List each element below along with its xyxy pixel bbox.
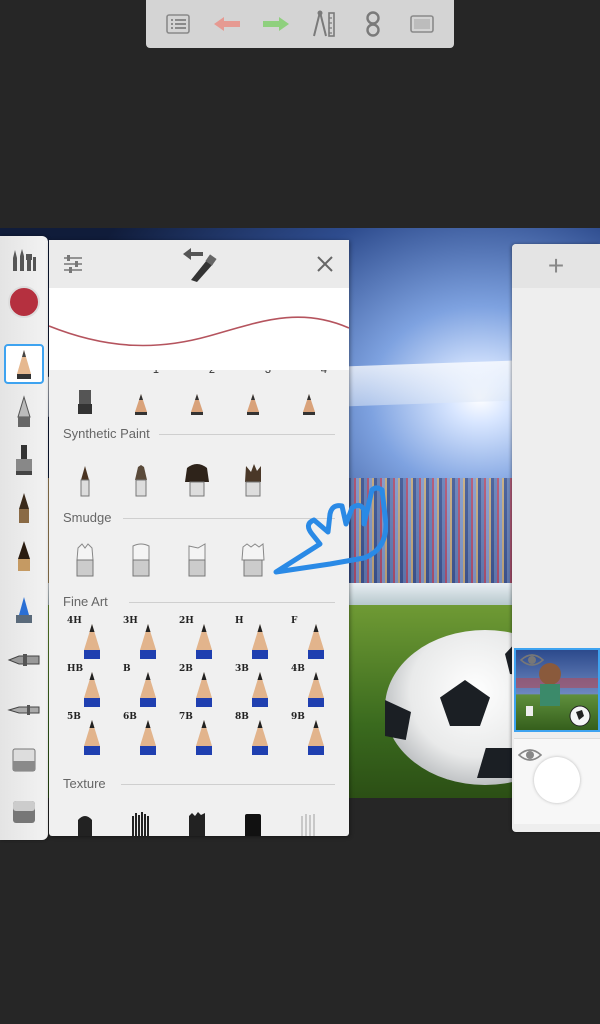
pencil-brush-2h[interactable]: 2H xyxy=(175,614,219,660)
eye-icon[interactable] xyxy=(519,652,545,673)
brush-list[interactable]: 1 2 3 4 Synthetic Paint Smudge Fine Art … xyxy=(49,370,349,836)
synthetic-brush-3[interactable] xyxy=(175,452,219,498)
pencil-brush-f[interactable]: F xyxy=(287,614,331,660)
pencil-brush-6b[interactable]: 6B xyxy=(119,710,163,756)
brush-cell[interactable]: 2 xyxy=(175,370,219,416)
pencil-icon[interactable] xyxy=(4,344,44,384)
marker-icon[interactable] xyxy=(4,440,44,480)
brush-number: 1 xyxy=(152,370,159,376)
list-icon[interactable] xyxy=(158,4,198,44)
texture-brush-5[interactable] xyxy=(287,794,331,836)
pencil-brush-hb[interactable]: HB xyxy=(63,662,107,708)
brush-swap-icon[interactable] xyxy=(177,246,221,282)
round-brush-icon[interactable] xyxy=(4,536,44,576)
layers-header: + xyxy=(512,244,600,288)
brush-library-icon[interactable] xyxy=(4,240,44,280)
pencil-grade-label: 3B xyxy=(235,664,249,674)
section-title-synthetic-paint: Synthetic Paint xyxy=(63,426,150,441)
pencil-grade-label: HB xyxy=(67,664,84,674)
pencil-grade-label: 6B xyxy=(123,712,137,722)
smudge-brush-3[interactable] xyxy=(175,532,219,578)
brush-cell[interactable] xyxy=(63,370,107,416)
symmetry-icon[interactable] xyxy=(353,4,393,44)
spray-alt-icon[interactable] xyxy=(4,690,44,730)
pencil-grade-label: 9B xyxy=(291,712,305,722)
redo-arrow-icon[interactable] xyxy=(256,4,296,44)
brush-cell[interactable]: 4 xyxy=(287,370,331,416)
section-title-smudge: Smudge xyxy=(63,510,112,525)
color-swatch-icon[interactable] xyxy=(4,282,44,322)
pencil-brush-2b[interactable]: 2B xyxy=(175,662,219,708)
eraser-icon[interactable] xyxy=(4,740,44,780)
texture-brush-4[interactable] xyxy=(231,794,275,836)
texture-brush-3[interactable] xyxy=(175,794,219,836)
airbrush-icon[interactable] xyxy=(4,590,44,630)
brush-number: 4 xyxy=(320,370,327,376)
texture-brush-1[interactable] xyxy=(63,794,107,836)
spray-icon[interactable] xyxy=(4,640,44,680)
stroke-preview xyxy=(49,288,349,370)
add-layer-icon[interactable]: + xyxy=(548,252,564,280)
top-toolbar xyxy=(146,0,454,48)
undo-arrow-icon[interactable] xyxy=(207,4,247,44)
brush-number: 3 xyxy=(264,370,271,376)
section-divider xyxy=(159,434,335,435)
section-title-texture: Texture xyxy=(63,776,106,791)
layer-opacity-knob[interactable] xyxy=(534,757,580,803)
smudge-brush-2[interactable] xyxy=(119,532,163,578)
pencil-brush-h[interactable]: H xyxy=(231,614,275,660)
settings-sliders-icon[interactable] xyxy=(61,252,85,276)
pencil-grade-label: 3H xyxy=(123,616,138,626)
pencil-brush-3h[interactable]: 3H xyxy=(119,614,163,660)
brush-cell[interactable]: 3 xyxy=(231,370,275,416)
fullscreen-icon[interactable] xyxy=(402,4,442,44)
ballpoint-icon[interactable] xyxy=(4,392,44,432)
close-icon[interactable] xyxy=(313,252,337,276)
fill-eraser-icon[interactable] xyxy=(4,792,44,832)
ruler-compass-icon[interactable] xyxy=(304,4,344,44)
brush-cell[interactable]: 1 xyxy=(119,370,163,416)
layer-background[interactable] xyxy=(514,738,600,824)
pencil-brush-3b[interactable]: 3B xyxy=(231,662,275,708)
section-divider xyxy=(121,784,335,785)
pencil-grade-label: 5B xyxy=(67,712,81,722)
paintbrush-icon[interactable] xyxy=(4,488,44,528)
pencil-brush-9b[interactable]: 9B xyxy=(287,710,331,756)
layers-panel: + xyxy=(512,244,600,832)
pencil-grade-label: 8B xyxy=(235,712,249,722)
pencil-grade-label: F xyxy=(291,616,298,626)
pencil-brush-4h[interactable]: 4H xyxy=(63,614,107,660)
section-title-fine-art: Fine Art xyxy=(63,594,108,609)
pencil-grade-label: 2B xyxy=(179,664,193,674)
layer-thumbnail-photo[interactable] xyxy=(514,648,600,732)
smudge-brush-1[interactable] xyxy=(63,532,107,578)
pencil-brush-4b[interactable]: 4B xyxy=(287,662,331,708)
synthetic-brush-2[interactable] xyxy=(119,452,163,498)
brush-number: 2 xyxy=(208,370,215,376)
pencil-brush-b[interactable]: B xyxy=(119,662,163,708)
texture-brush-2[interactable] xyxy=(119,794,163,836)
pencil-grade-label: B xyxy=(123,664,131,674)
pointing-hand-icon xyxy=(268,484,389,580)
pencil-grade-label: 4H xyxy=(67,616,82,626)
pencil-brush-5b[interactable]: 5B xyxy=(63,710,107,756)
pencil-brush-8b[interactable]: 8B xyxy=(231,710,275,756)
brush-panel-header xyxy=(49,240,349,288)
app-screen: 1 2 3 4 Synthetic Paint Smudge Fine Art … xyxy=(0,0,600,1024)
section-divider xyxy=(129,602,335,603)
pencil-grade-label: H xyxy=(235,616,244,626)
pencil-grade-label: 7B xyxy=(179,712,193,722)
pencil-grade-label: 2H xyxy=(179,616,194,626)
pencil-brush-7b[interactable]: 7B xyxy=(175,710,219,756)
pencil-grade-label: 4B xyxy=(291,664,305,674)
synthetic-brush-1[interactable] xyxy=(63,452,107,498)
tool-rail xyxy=(0,236,48,840)
